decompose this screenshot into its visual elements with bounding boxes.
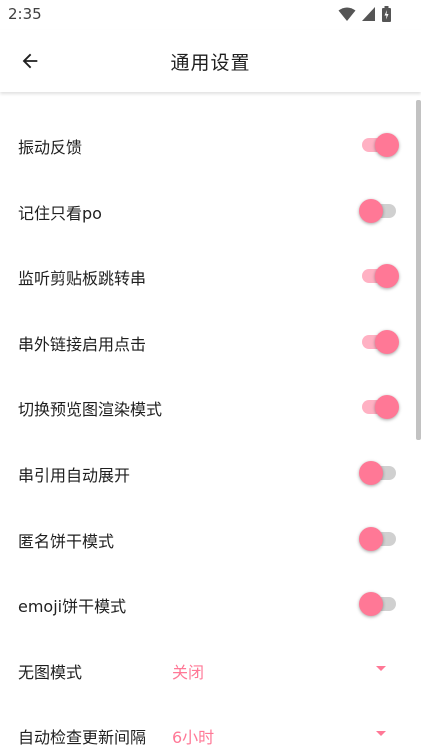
app-bar: 通用设置 (0, 30, 421, 92)
setting-label: 切换预览图渲染模式 (18, 400, 163, 420)
setting-row-update-check-interval[interactable]: 自动检查更新间隔 6小时 (0, 702, 421, 748)
setting-row-emoji-cookie-mode[interactable]: emoji饼干模式 (0, 571, 421, 637)
toggle-thumb (375, 133, 399, 157)
external-link-click-toggle[interactable] (359, 329, 399, 355)
setting-row-clipboard-jump[interactable]: 监听剪贴板跳转串 (0, 243, 421, 309)
toggle-thumb (375, 329, 399, 354)
setting-row-quote-auto-expand[interactable]: 串引用自动展开 (0, 440, 421, 506)
update-check-interval-dropdown[interactable]: 6小时 (172, 722, 392, 748)
dropdown-arrow-icon (376, 665, 386, 671)
status-icons (338, 6, 391, 22)
battery-icon (382, 6, 391, 22)
setting-label: emoji饼干模式 (18, 597, 127, 617)
toggle-thumb (359, 592, 383, 617)
toggle-thumb (359, 198, 383, 223)
quote-auto-expand-toggle[interactable] (359, 460, 399, 486)
setting-label: 监听剪贴板跳转串 (18, 269, 147, 289)
preview-render-mode-toggle[interactable] (359, 394, 399, 420)
setting-label: 记住只看po (18, 203, 102, 223)
settings-screen: 2:35 通用设置 振动反馈 记住只看po 监听剪贴板跳转串 串外链接启用点击 … (0, 0, 421, 748)
status-bar: 2:35 (0, 0, 421, 30)
setting-row-no-image-mode[interactable]: 无图模式 关闭 (0, 637, 421, 703)
scrollbar[interactable] (416, 100, 421, 440)
wifi-icon (338, 7, 356, 21)
toggle-thumb (375, 264, 399, 289)
setting-label: 匿名饼干模式 (18, 531, 115, 551)
dropdown-arrow-icon (376, 731, 386, 737)
clipboard-jump-toggle[interactable] (359, 263, 399, 289)
setting-row-anonymous-cookie-mode[interactable]: 匿名饼干模式 (0, 506, 421, 572)
emoji-cookie-mode-toggle[interactable] (359, 591, 399, 617)
setting-row-vibration-feedback[interactable]: 振动反馈 (0, 112, 421, 178)
setting-label: 串引用自动展开 (18, 465, 131, 485)
anonymous-cookie-mode-toggle[interactable] (359, 526, 399, 552)
settings-list: 振动反馈 记住只看po 监听剪贴板跳转串 串外链接启用点击 切换预览图渲染模式 … (0, 112, 421, 748)
setting-row-external-link-click[interactable]: 串外链接启用点击 (0, 309, 421, 375)
setting-label: 自动检查更新间隔 (18, 728, 147, 748)
setting-label: 串外链接启用点击 (18, 334, 147, 354)
dropdown-value: 关闭 (172, 662, 205, 682)
toggle-thumb (359, 526, 383, 551)
toggle-thumb (359, 460, 383, 485)
settings-list-container[interactable]: 振动反馈 记住只看po 监听剪贴板跳转串 串外链接启用点击 切换预览图渲染模式 … (0, 92, 421, 748)
page-title: 通用设置 (170, 52, 251, 74)
toggle-thumb (375, 395, 399, 420)
setting-row-preview-render-mode[interactable]: 切换预览图渲染模式 (0, 374, 421, 440)
setting-label: 振动反馈 (18, 138, 83, 157)
setting-row-remember-po-only[interactable]: 记住只看po (0, 178, 421, 244)
setting-label: 无图模式 (18, 662, 83, 682)
signal-icon (362, 7, 375, 21)
vibration-feedback-toggle[interactable] (359, 132, 399, 158)
no-image-mode-dropdown[interactable]: 关闭 (172, 657, 392, 685)
remember-po-only-toggle[interactable] (359, 198, 399, 224)
status-time: 2:35 (8, 5, 42, 23)
dropdown-value: 6小时 (172, 728, 215, 748)
